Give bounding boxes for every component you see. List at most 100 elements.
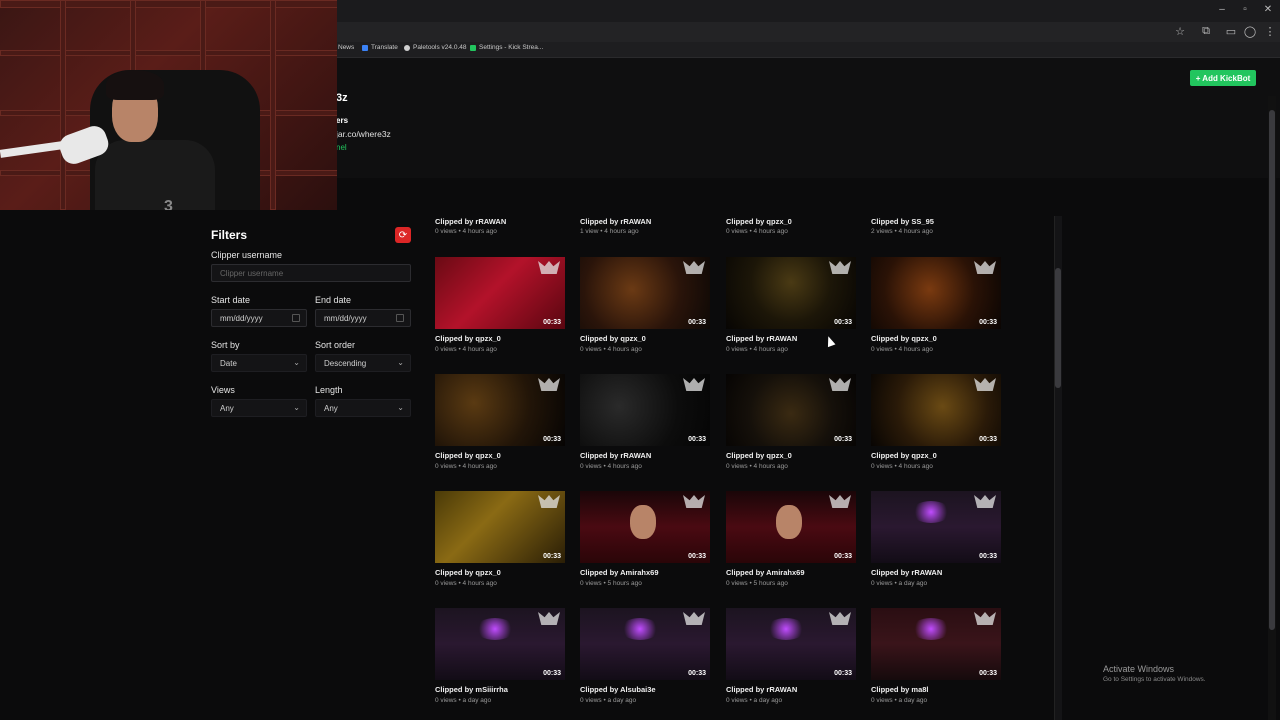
clip-thumbnail[interactable]: 00:33	[580, 257, 710, 329]
clip-duration: 00:33	[688, 670, 706, 677]
kick-icon	[470, 44, 476, 51]
clip-card[interactable]: 00:33 Clipped by Alsubai3e 0 views • a day…	[580, 608, 710, 704]
clip-thumbnail[interactable]: 00:33	[580, 374, 710, 446]
clip-card[interactable]: 00:33 Clipped by qpzx_0 0 views • 4 hours …	[435, 374, 565, 470]
clip-card[interactable]: 00:33 Clipped by qpzx_0 0 views • 4 hours …	[871, 257, 1001, 353]
clip-card[interactable]: 00:33 Clipped by qpzx_0 0 views • 4 hours …	[580, 257, 710, 353]
clip-duration: 00:33	[979, 553, 997, 560]
clip-card[interactable]: 00:33 Clipped by qpzx_0 0 views • 4 hours …	[726, 374, 856, 470]
end-date-input[interactable]: mm/dd/yyyy	[315, 309, 411, 327]
clip-clipper[interactable]: Clipped by Alsubai3e	[580, 685, 710, 694]
channel-link[interactable]: jar.co/where3z	[336, 129, 391, 139]
clip-thumbnail[interactable]: 00:33	[871, 491, 1001, 563]
views-select[interactable]: Any ⌄	[211, 399, 307, 417]
clip-clipper[interactable]: Clipped by rRAWAN	[580, 217, 651, 226]
clip-clipper[interactable]: Clipped by rRAWAN	[726, 685, 856, 694]
clip-card[interactable]: 00:33 Clipped by qpzx_0 0 views • 4 hours …	[435, 491, 565, 587]
clip-meta: 0 views • 4 hours ago	[435, 580, 497, 587]
page-scrollbar-thumb[interactable]	[1269, 110, 1275, 630]
bookmark-kick-settings[interactable]: Settings - Kick Strea...	[470, 44, 543, 51]
menu-icon[interactable]: ⋮	[1263, 25, 1277, 38]
clip-clipper[interactable]: Clipped by rRAWAN	[871, 568, 1001, 577]
clip-clipper[interactable]: Clipped by Amirahx69	[726, 568, 856, 577]
clip-card[interactable]: 00:33 Clipped by rRAWAN 0 views • a day ag…	[871, 491, 1001, 587]
maximize-icon[interactable]: ▫	[1238, 4, 1252, 15]
clips-scrollbar-thumb[interactable]	[1055, 268, 1061, 388]
bookmark-translate[interactable]: Translate	[362, 44, 398, 51]
channel-watermark-icon	[974, 495, 996, 508]
length-select[interactable]: Any ⌄	[315, 399, 411, 417]
profile-icon[interactable]: ◯	[1243, 25, 1257, 38]
reset-filters-button[interactable]: ⟳	[395, 227, 411, 243]
clip-clipper[interactable]: Clipped by SS_95	[871, 217, 934, 226]
sort-by-select[interactable]: Date ⌄	[211, 354, 307, 372]
clip-thumbnail[interactable]: 00:33	[871, 608, 1001, 680]
clip-clipper[interactable]: Clipped by qpzx_0	[580, 334, 710, 343]
clip-meta: 0 views • 4 hours ago	[435, 463, 497, 470]
clip-card[interactable]: 00:33 Clipped by mSiiirrha 0 views • a day…	[435, 608, 565, 704]
extensions-icon[interactable]: ⧉	[1199, 25, 1213, 38]
clip-card[interactable]: 00:33 Clipped by qpzx_0 0 views • 4 hours …	[435, 257, 565, 353]
channel-tag[interactable]: nel	[336, 143, 347, 152]
clip-card[interactable]: 00:33 Clipped by rRAWAN 0 views • 4 hours …	[726, 257, 856, 353]
clip-clipper[interactable]: Clipped by rRAWAN	[726, 334, 856, 343]
clip-card[interactable]: 00:33 Clipped by ma8l 0 views • a day ago	[871, 608, 1001, 704]
channel-name: 3z	[336, 92, 348, 104]
clip-clipper[interactable]: Clipped by qpzx_0	[871, 451, 1001, 460]
activate-windows-title: Activate Windows	[1103, 664, 1175, 674]
clip-clipper[interactable]: Clipped by rRAWAN	[580, 451, 710, 460]
clip-thumbnail[interactable]: 00:33	[871, 257, 1001, 329]
clipper-username-input[interactable]: Clipper username	[211, 264, 411, 282]
channel-watermark-icon	[829, 261, 851, 274]
clip-clipper[interactable]: Clipped by qpzx_0	[726, 451, 856, 460]
chevron-down-icon: ⌄	[293, 403, 300, 412]
streamer-hair	[106, 70, 164, 100]
channel-watermark-icon	[829, 612, 851, 625]
clip-thumbnail[interactable]: 00:33	[726, 491, 856, 563]
neon-light	[911, 501, 951, 523]
clip-duration: 00:33	[979, 436, 997, 443]
clip-card[interactable]: 00:33 Clipped by Amirahx69 0 views • 5 hou…	[726, 491, 856, 587]
star-icon[interactable]: ☆	[1173, 25, 1187, 38]
calendar-icon[interactable]	[292, 314, 300, 322]
channel-watermark-icon	[683, 261, 705, 274]
clip-thumbnail[interactable]: 00:33	[726, 257, 856, 329]
clip-thumbnail[interactable]: 00:33	[726, 374, 856, 446]
minimize-icon[interactable]: –	[1215, 4, 1229, 15]
calendar-icon[interactable]	[396, 314, 404, 322]
clip-thumbnail[interactable]: 00:33	[871, 374, 1001, 446]
clip-thumbnail[interactable]: 00:33	[580, 491, 710, 563]
clip-thumbnail[interactable]: 00:33	[435, 257, 565, 329]
sort-order-select[interactable]: Descending ⌄	[315, 354, 411, 372]
channel-watermark-icon	[974, 612, 996, 625]
clip-card[interactable]: 00:33 Clipped by Amirahx69 0 views • 5 hou…	[580, 491, 710, 587]
clip-card[interactable]: 00:33 Clipped by rRAWAN 0 views • 4 hours …	[580, 374, 710, 470]
clip-clipper[interactable]: Clipped by mSiiirrha	[435, 685, 565, 694]
close-icon[interactable]: ✕	[1261, 4, 1275, 15]
clip-card[interactable]: 00:33 Clipped by qpzx_0 0 views • 4 hours …	[871, 374, 1001, 470]
clip-clipper[interactable]: Clipped by qpzx_0	[726, 217, 792, 226]
clip-thumbnail[interactable]: 00:33	[580, 608, 710, 680]
clip-meta: 0 views • a day ago	[726, 697, 783, 704]
bookmark-paletools[interactable]: Paletools v24.0.48	[404, 44, 466, 51]
sidebar-icon[interactable]: ▭	[1224, 25, 1238, 38]
clip-card[interactable]: 00:33 Clipped by rRAWAN 0 views • a day ag…	[726, 608, 856, 704]
clip-clipper[interactable]: Clipped by qpzx_0	[435, 568, 565, 577]
clip-clipper[interactable]: Clipped by ma8l	[871, 685, 1001, 694]
clip-clipper[interactable]: Clipped by qpzx_0	[435, 334, 565, 343]
start-date-input[interactable]: mm/dd/yyyy	[211, 309, 307, 327]
shelf	[0, 50, 337, 56]
clip-clipper[interactable]: Clipped by qpzx_0	[871, 334, 1001, 343]
bookmark-news[interactable]: News	[338, 44, 354, 51]
clip-duration: 00:33	[834, 319, 852, 326]
clip-meta: 0 views • 4 hours ago	[871, 463, 933, 470]
clip-thumbnail[interactable]: 00:33	[435, 608, 565, 680]
clip-thumbnail[interactable]: 00:33	[435, 491, 565, 563]
clip-clipper[interactable]: Clipped by rRAWAN	[435, 217, 506, 226]
add-kickbot-button[interactable]: + Add KickBot	[1190, 70, 1256, 86]
clip-clipper[interactable]: Clipped by qpzx_0	[435, 451, 565, 460]
clip-clipper[interactable]: Clipped by Amirahx69	[580, 568, 710, 577]
clip-duration: 00:33	[834, 553, 852, 560]
clip-thumbnail[interactable]: 00:33	[435, 374, 565, 446]
clip-thumbnail[interactable]: 00:33	[726, 608, 856, 680]
